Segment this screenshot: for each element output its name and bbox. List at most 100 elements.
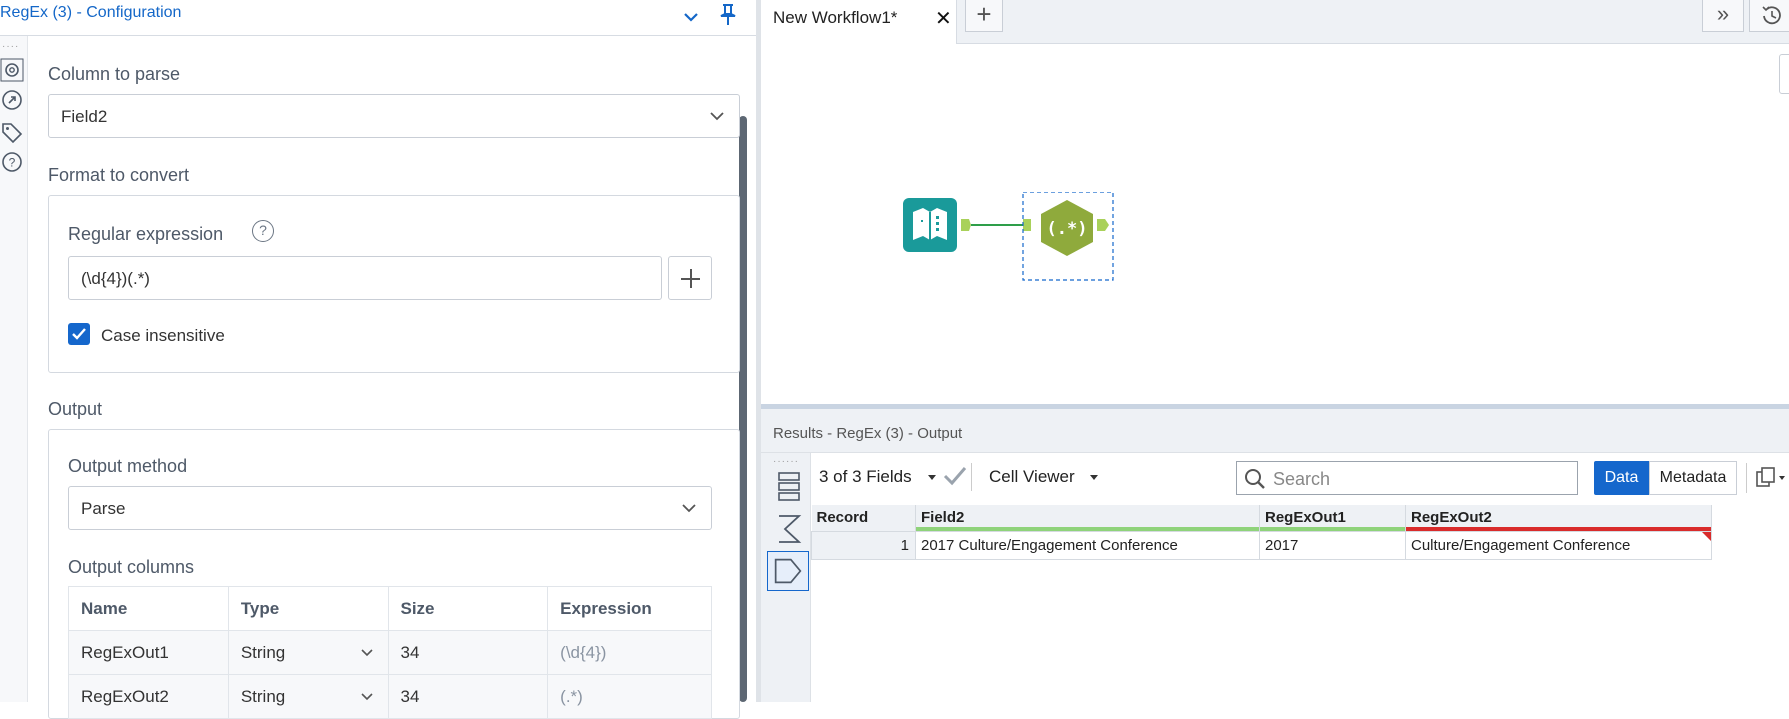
input-anchor[interactable] bbox=[1023, 219, 1031, 231]
chevron-down-icon bbox=[360, 693, 373, 701]
chevron-down-icon bbox=[682, 504, 696, 513]
tab-new-workflow1[interactable]: New Workflow1* ✕ bbox=[761, 0, 957, 44]
tag-view-icon[interactable] bbox=[767, 551, 809, 591]
output-method-label: Output method bbox=[68, 456, 188, 476]
column-to-parse-value: Field2 bbox=[61, 107, 108, 126]
rows-view-icon[interactable] bbox=[767, 467, 809, 507]
insert-token-button[interactable] bbox=[668, 256, 712, 300]
canvas-overview-toggle[interactable] bbox=[1779, 54, 1789, 94]
help-icon[interactable]: ? bbox=[0, 150, 24, 174]
cell-expression: (\d{4}) bbox=[547, 630, 712, 675]
field-status-bar bbox=[1260, 526, 1405, 531]
results-side-toolbar: ······ bbox=[761, 453, 811, 702]
output-method-select[interactable]: Parse bbox=[68, 486, 712, 530]
results-toolbar: 3 of 3 Fields Cell Viewer Search Data Me… bbox=[811, 453, 1789, 497]
chevron-down-icon[interactable] bbox=[680, 8, 702, 28]
column-header-size: Size bbox=[387, 586, 549, 631]
workflow-canvas[interactable]: (.*) bbox=[761, 44, 1789, 404]
table-header-row: Name Type Size Expression bbox=[68, 586, 712, 631]
grid-header-regexout2-label: RegExOut2 bbox=[1411, 509, 1492, 527]
column-header-type: Type bbox=[227, 586, 389, 631]
annotation-icon[interactable] bbox=[0, 88, 24, 112]
tab-title: New Workflow1* bbox=[773, 8, 898, 27]
metadata-button[interactable]: Metadata bbox=[1649, 461, 1737, 495]
toolbar-separator bbox=[1746, 463, 1747, 493]
grid-header-record[interactable]: Record bbox=[811, 505, 916, 531]
column-to-parse-select[interactable]: Field2 bbox=[48, 94, 740, 138]
config-side-toolbar: ···· ? bbox=[0, 36, 28, 702]
output-columns-label: Output columns bbox=[68, 557, 195, 577]
more-tabs-button[interactable]: » bbox=[1702, 0, 1744, 32]
trailing-whitespace-flag bbox=[1702, 531, 1711, 541]
gear-icon[interactable] bbox=[0, 58, 24, 82]
cell-type: String bbox=[240, 686, 286, 706]
chevron-down-icon bbox=[710, 112, 724, 121]
output-anchor[interactable] bbox=[961, 219, 971, 231]
config-scrollbar-thumb[interactable] bbox=[739, 116, 747, 702]
search-placeholder: Search bbox=[1273, 469, 1331, 489]
cell-type: String bbox=[240, 642, 286, 662]
cell-name[interactable]: RegExOut2 bbox=[68, 674, 229, 719]
regex-tool-label: (.*) bbox=[1047, 219, 1088, 239]
cell-regexout2[interactable]: Culture/Engagement Conference bbox=[1405, 530, 1712, 560]
configuration-panel: RegEx (3) - Configuration ···· ? Column bbox=[0, 0, 756, 719]
copy-icon[interactable] bbox=[1754, 466, 1788, 490]
cell-size[interactable]: 34 bbox=[387, 674, 549, 719]
table-row: 1 2017 Culture/Engagement Conference 201… bbox=[811, 530, 1712, 560]
configuration-header: RegEx (3) - Configuration bbox=[0, 0, 756, 36]
fields-dropdown-caret[interactable] bbox=[928, 475, 936, 480]
grid-header-field2[interactable]: Field2 bbox=[915, 505, 1260, 531]
cell-expression: (.*) bbox=[547, 674, 712, 719]
table-row: RegExOut1 String 34 (\d{4}) bbox=[68, 630, 712, 675]
tag-icon[interactable] bbox=[0, 120, 24, 144]
grid-header-regexout2[interactable]: RegExOut2 bbox=[1405, 505, 1712, 531]
input-data-tool[interactable] bbox=[903, 198, 957, 252]
history-icon bbox=[1762, 6, 1781, 25]
table-row: RegExOut2 String 34 (.*) bbox=[68, 674, 712, 719]
toolbar-separator bbox=[971, 463, 972, 491]
add-tab-button[interactable]: + bbox=[965, 0, 1003, 32]
search-input[interactable]: Search bbox=[1236, 461, 1578, 495]
regex-help-icon[interactable]: ? bbox=[252, 220, 274, 242]
cell-viewer-dropdown[interactable]: Cell Viewer bbox=[989, 467, 1075, 487]
summary-icon[interactable] bbox=[767, 509, 809, 549]
grid-header-regexout1-label: RegExOut1 bbox=[1265, 509, 1346, 527]
pin-icon[interactable] bbox=[716, 2, 740, 28]
grid-header-field2-label: Field2 bbox=[921, 509, 965, 527]
results-title-bar: Results - RegEx (3) - Output bbox=[761, 409, 1789, 453]
grid-header-regexout1[interactable]: RegExOut1 bbox=[1259, 505, 1406, 531]
cell-type-select[interactable]: String bbox=[227, 674, 389, 719]
regex-input[interactable]: (\d{4})(.*) bbox=[68, 256, 662, 300]
chevron-down-icon bbox=[360, 649, 373, 657]
history-button[interactable] bbox=[1749, 0, 1789, 32]
cell-size[interactable]: 34 bbox=[387, 630, 549, 675]
apply-check-icon[interactable] bbox=[942, 465, 968, 487]
fields-selector[interactable]: 3 of 3 Fields bbox=[819, 467, 912, 487]
column-header-expression: Expression bbox=[547, 586, 712, 631]
regex-label: Regular expression bbox=[68, 224, 224, 244]
output-anchor[interactable] bbox=[1097, 219, 1109, 231]
cell-record[interactable]: 1 bbox=[811, 530, 916, 560]
case-insensitive-checkbox[interactable] bbox=[68, 323, 90, 345]
output-label: Output bbox=[48, 399, 103, 419]
grip-icon: ······ bbox=[773, 456, 799, 467]
column-header-name: Name bbox=[68, 586, 229, 631]
cell-viewer-caret[interactable] bbox=[1090, 475, 1098, 480]
results-title: Results - RegEx (3) - Output bbox=[773, 425, 963, 442]
close-icon[interactable]: ✕ bbox=[935, 6, 952, 31]
grid-header-record-label: Record bbox=[816, 509, 869, 527]
case-insensitive-label: Case insensitive bbox=[101, 326, 225, 345]
cell-name[interactable]: RegExOut1 bbox=[68, 630, 229, 675]
search-icon bbox=[1245, 469, 1265, 489]
cell-type-select[interactable]: String bbox=[227, 630, 389, 675]
field-status-bar bbox=[916, 526, 1259, 531]
workflow-tab-bar: New Workflow1* ✕ + » bbox=[761, 0, 1789, 44]
data-button[interactable]: Data bbox=[1594, 461, 1649, 495]
cell-regexout1[interactable]: 2017 bbox=[1259, 530, 1406, 560]
field-status-bar bbox=[1406, 526, 1711, 531]
svg-text:?: ? bbox=[9, 156, 16, 170]
cell-field2[interactable]: 2017 Culture/Engagement Conference bbox=[915, 530, 1260, 560]
cell-regexout2-value: Culture/Engagement Conference bbox=[1411, 536, 1631, 554]
grid-header-row: Record Field2 RegExOut1 RegExOut2 bbox=[811, 505, 1712, 531]
grip-icon: ···· bbox=[2, 41, 20, 52]
